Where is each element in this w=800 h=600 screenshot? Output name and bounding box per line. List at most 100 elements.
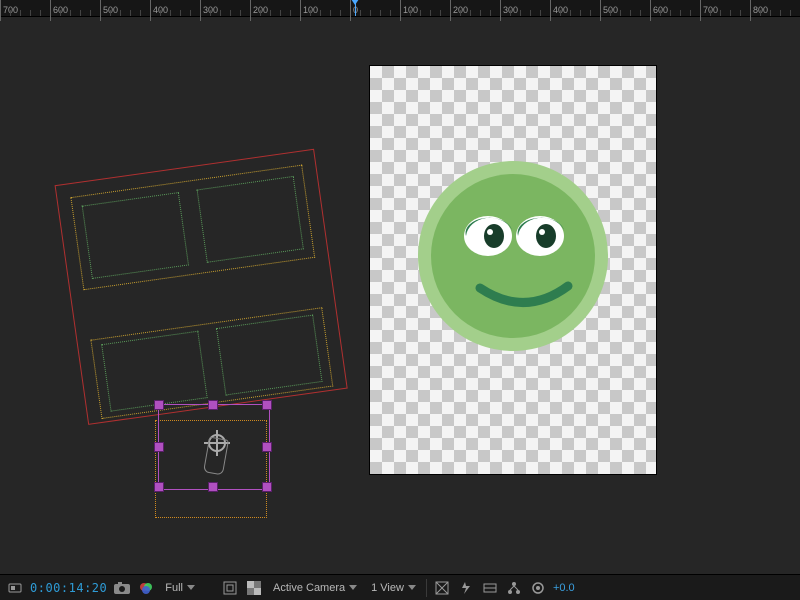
eye-left-bounds (82, 192, 189, 279)
ruler-subtick (720, 10, 721, 16)
ruler-subtick (240, 10, 241, 16)
resolution-label: Full (165, 582, 183, 594)
chevron-down-icon (349, 585, 357, 590)
ruler-subtick (190, 10, 191, 16)
ruler-subtick (740, 10, 741, 16)
flowchart-icon[interactable] (505, 579, 523, 597)
ruler-subtick (410, 10, 411, 16)
camera-label: Active Camera (273, 582, 345, 594)
composition-viewport[interactable] (0, 16, 800, 574)
handle-mr[interactable] (262, 442, 272, 452)
ruler-subtick (590, 10, 591, 16)
ruler-subtick (580, 10, 581, 16)
ruler-subtick (220, 10, 221, 16)
ruler-subtick (510, 10, 511, 16)
horizontal-ruler[interactable]: 7006005004003002001000100200300400500600… (0, 0, 800, 17)
ruler-subtick (660, 10, 661, 16)
ruler-subtick (230, 10, 231, 16)
ruler-subtick (560, 10, 561, 16)
ruler-subtick (290, 10, 291, 16)
ruler-subtick (40, 10, 41, 16)
resolution-dropdown[interactable]: Full (161, 582, 199, 594)
ruler-subtick (640, 10, 641, 16)
handle-bc[interactable] (208, 482, 218, 492)
handle-bl[interactable] (154, 482, 164, 492)
current-time-display[interactable]: 0:00:14:20 (30, 581, 107, 595)
ruler-subtick (370, 10, 371, 16)
playhead-indicator[interactable] (355, 0, 356, 16)
ruler-subtick (320, 10, 321, 16)
ruler-subtick (420, 10, 421, 16)
timeline-icon[interactable] (481, 579, 499, 597)
transparency-grid-icon[interactable] (245, 579, 263, 597)
ruler-subtick (90, 10, 91, 16)
ruler-subtick (610, 10, 611, 16)
layer-outlines-group (55, 149, 346, 423)
magnification-menu-icon[interactable] (6, 579, 24, 597)
ruler-subtick (770, 10, 771, 16)
views-label: 1 View (371, 582, 404, 594)
ruler-subtick (120, 10, 121, 16)
ruler-subtick (670, 10, 671, 16)
ruler-subtick (480, 10, 481, 16)
ruler-subtick (10, 10, 11, 16)
ruler-subtick (520, 10, 521, 16)
selected-layer[interactable] (158, 404, 270, 490)
ruler-subtick (730, 10, 731, 16)
ruler-subtick (170, 10, 171, 16)
ruler-subtick (180, 10, 181, 16)
ruler-subtick (690, 10, 691, 16)
camera-dropdown[interactable]: Active Camera (269, 582, 361, 594)
ruler-subtick (680, 10, 681, 16)
chevron-down-icon (408, 585, 416, 590)
ruler-subtick (140, 10, 141, 16)
render-preview (370, 66, 656, 474)
ruler-subtick (530, 10, 531, 16)
handle-tl[interactable] (154, 400, 164, 410)
viewer-status-bar: 0:00:14:20 Full Active Camera 1 View +0.… (0, 574, 800, 600)
ruler-subtick (340, 10, 341, 16)
ruler-subtick (490, 10, 491, 16)
ruler-subtick (780, 10, 781, 16)
ruler-subtick (360, 10, 361, 16)
handle-ml[interactable] (154, 442, 164, 452)
ruler-subtick (460, 10, 461, 16)
ruler-subtick (330, 10, 331, 16)
handle-tr[interactable] (262, 400, 272, 410)
ruler-subtick (210, 10, 211, 16)
ruler-subtick (430, 10, 431, 16)
ruler-subtick (30, 10, 31, 16)
handle-br[interactable] (262, 482, 272, 492)
ruler-subtick (310, 10, 311, 16)
ruler-subtick (70, 10, 71, 16)
ruler-subtick (470, 10, 471, 16)
character-face (370, 66, 656, 474)
ruler-subtick (160, 10, 161, 16)
views-dropdown[interactable]: 1 View (367, 582, 420, 594)
pixel-aspect-icon[interactable] (433, 579, 451, 597)
snapshot-icon[interactable] (113, 579, 131, 597)
exposure-value[interactable]: +0.0 (553, 582, 575, 594)
ruler-subtick (760, 10, 761, 16)
ruler-subtick (620, 10, 621, 16)
fast-previews-icon[interactable] (457, 579, 475, 597)
ruler-subtick (130, 10, 131, 16)
ruler-subtick (380, 10, 381, 16)
channels-icon[interactable] (137, 579, 155, 597)
ruler-subtick (80, 10, 81, 16)
ruler-subtick (260, 10, 261, 16)
divider (426, 579, 427, 597)
region-of-interest-icon[interactable] (221, 579, 239, 597)
chevron-down-icon (187, 585, 195, 590)
ruler-subtick (440, 10, 441, 16)
foot-right-bounds (216, 315, 323, 396)
ruler-subtick (790, 10, 791, 16)
ruler-subtick (630, 10, 631, 16)
ruler-subtick (390, 10, 391, 16)
handle-tc[interactable] (208, 400, 218, 410)
ruler-subtick (60, 10, 61, 16)
ruler-subtick (110, 10, 111, 16)
ruler-subtick (280, 10, 281, 16)
exposure-reset-icon[interactable] (529, 579, 547, 597)
ruler-subtick (20, 10, 21, 16)
